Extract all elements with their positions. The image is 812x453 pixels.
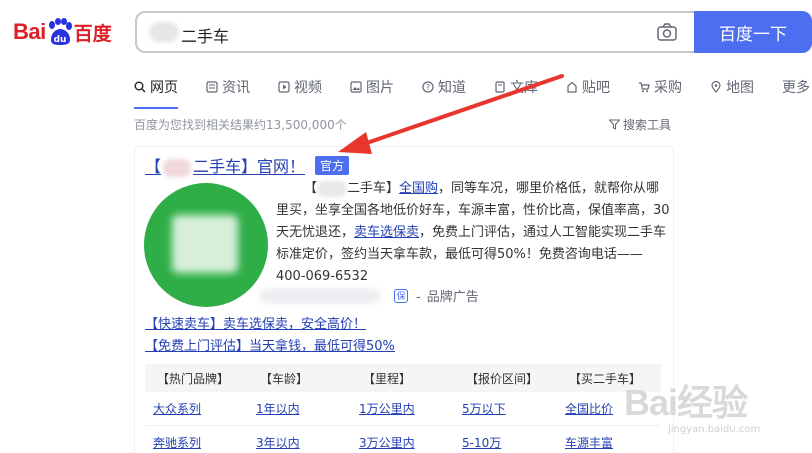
guarantee-icon[interactable]: 保 [394,288,408,303]
tab-web[interactable]: 网页 [134,73,178,109]
title-main: 二手车】官网！ [193,157,306,176]
result-count: 百度为您找到相关结果约13,500,000个 [134,118,347,132]
search-button[interactable]: 百度一下 [694,11,812,53]
table-row: 大众系列 1年以内 1万公里内 5万以下 全国比价 [145,392,661,426]
table-link[interactable]: 5万以下 [462,402,506,416]
tab-label: 知道 [438,80,466,96]
search-tools-button[interactable]: 搜索工具 [609,116,671,133]
table-link[interactable]: 5-10万 [462,436,501,450]
search-tabs: 网页 资讯 视频 图片 ? 知道 文库 贴吧 采购 地图 更多 [134,73,812,109]
search-input-box[interactable]: 二手车 [135,11,695,53]
table-header-cell: 【里程】 [363,371,412,386]
tab-tieba[interactable]: 贴吧 [566,73,610,101]
tab-map[interactable]: 地图 [710,73,754,101]
blurred-brand-inline [317,180,348,197]
paw-icon: du [47,18,73,46]
tab-zhidao[interactable]: ? 知道 [422,73,466,101]
tab-video[interactable]: 视频 [278,73,322,101]
blurred-query-prefix [149,22,179,42]
watermark-url: jingyan.baidu.com [668,424,761,435]
tab-label: 地图 [726,80,754,96]
camera-icon[interactable] [657,23,677,41]
tab-label: 采购 [654,80,682,96]
tab-label: 文库 [510,80,538,96]
cart-icon [639,82,650,93]
result-title-link[interactable]: 【 二手车】官网！ [145,153,305,177]
tab-caigou[interactable]: 采购 [638,73,682,101]
blurred-brand [163,158,192,177]
map-icon [711,81,721,93]
table-header-cell: 【报价区间】 [466,371,539,386]
table-header-cell: 【车龄】 [260,371,309,386]
search-icon [134,81,146,93]
sub-links: 【快速卖车】卖车选保卖，安全高价！ 【免费上门评估】当天拿钱，最低可得50% [145,314,395,358]
tab-label: 网页 [150,80,178,96]
table-link[interactable]: 3万公里内 [359,436,415,450]
logo-baidu-text: 百度 [73,22,112,45]
table-link[interactable]: 1万公里内 [359,402,415,416]
sub-link-quick-sell[interactable]: 【快速卖车】卖车选保卖，安全高价！ [145,314,395,336]
blurred-source-url [260,287,380,304]
brand-ad-label: - 品牌广告 [416,290,479,305]
tab-label: 图片 [366,80,394,96]
table-header-cell: 【热门品牌】 [157,371,230,386]
search-input[interactable]: 二手车 [181,23,229,47]
result-source-row: 保 - 品牌广告 [260,286,479,305]
table-link[interactable]: 车源丰富 [565,436,613,450]
svg-text:du: du [53,35,66,45]
result-title-row: 【 二手车】官网！ 官方 [145,153,350,177]
tieba-icon [567,81,577,93]
doc-icon [495,81,505,93]
baidu-logo[interactable]: Bai du 百度 [13,14,112,50]
tab-label: 贴吧 [582,80,610,96]
tab-wenku[interactable]: 文库 [494,73,538,101]
tab-label: 资讯 [222,80,250,96]
logo-bai-text: Bai [13,19,46,44]
tab-images[interactable]: 图片 [350,73,394,101]
tab-more[interactable]: 更多 [782,73,810,101]
question-icon: ? [422,81,434,93]
news-icon [206,81,218,93]
tab-news[interactable]: 资讯 [206,73,250,101]
table-link[interactable]: 1年以内 [256,402,300,416]
table-header: 【热门品牌】 【车龄】 【里程】 【报价区间】 【买二手车】 [145,364,661,392]
table-link[interactable]: 奔驰系列 [153,436,201,450]
image-icon [350,81,362,93]
tab-label: 视频 [294,80,322,96]
brand-logo-image[interactable] [144,183,268,307]
tab-label: 更多 [782,80,810,96]
table-header-cell: 【买二手车】 [569,371,642,386]
table-link[interactable]: 全国比价 [565,402,613,416]
table-link[interactable]: 3年以内 [256,436,300,450]
table-row: 奔驰系列 3年以内 3万公里内 5-10万 车源丰富 [145,426,661,453]
result-description: 【二手车】全国购，同等车况，哪里价格低，就帮你从哪里买，坐享全国各地低价好车，车… [276,180,670,284]
filter-icon [609,119,620,130]
table-link[interactable]: 大众系列 [153,402,201,416]
title-prefix: 【 [145,157,162,176]
video-icon [278,81,290,93]
svg-text:?: ? [426,83,430,92]
official-badge: 官方 [315,155,350,175]
baidu-search-page: Bai du 百度 二手车 百度一下 网页 资讯 视频 图片 ? 知道 文库 贴… [0,0,812,453]
sub-link-free-evaluation[interactable]: 【免费上门评估】当天拿钱，最低可得50% [145,336,395,358]
desc-link-nationwide[interactable]: 全国购 [399,181,438,196]
result-table: 【热门品牌】 【车龄】 【里程】 【报价区间】 【买二手车】 大众系列 1年以内… [145,364,661,453]
search-tools-label: 搜索工具 [623,118,672,132]
desc-link-sell-car[interactable]: 卖车选保卖 [354,225,419,240]
blurred-logo-text [172,215,238,273]
